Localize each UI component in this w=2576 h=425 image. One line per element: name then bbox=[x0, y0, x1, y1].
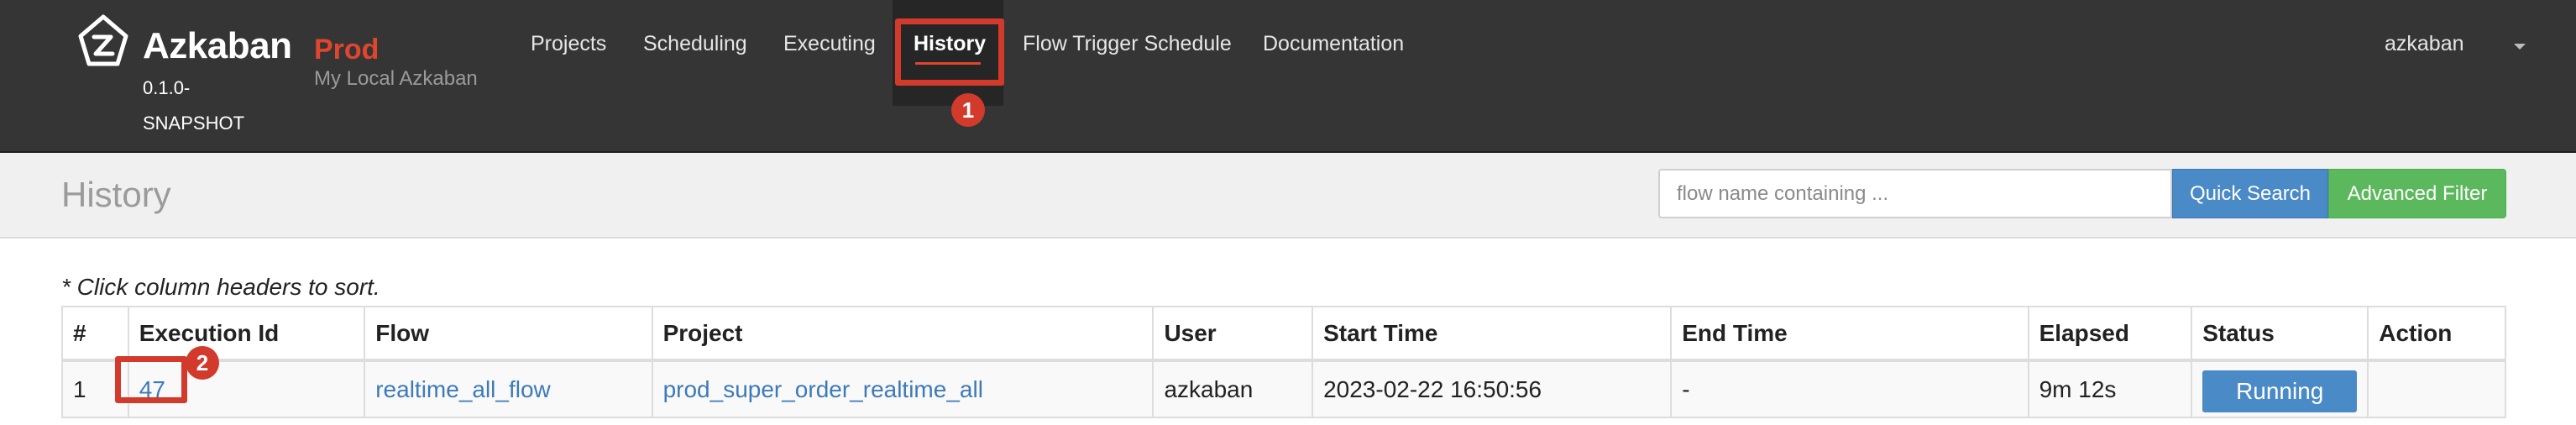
user-cell: azkaban bbox=[1152, 359, 1314, 418]
environment-label: Prod bbox=[314, 34, 380, 66]
status-cell: Running bbox=[2191, 359, 2369, 418]
start-time-cell: 2023-02-22 16:50:56 bbox=[1312, 359, 1673, 418]
annotation-badge-1: 1 bbox=[951, 93, 985, 127]
nav-item-flow-trigger-schedule[interactable]: Flow Trigger Schedule bbox=[1023, 32, 1232, 56]
execution-history-table: # Execution Id Flow Project User Start T… bbox=[61, 306, 2506, 418]
azkaban-logo-icon[interactable] bbox=[76, 13, 131, 69]
column-header-index[interactable]: # bbox=[61, 306, 129, 362]
column-header-status[interactable]: Status bbox=[2191, 306, 2369, 362]
end-time-cell: - bbox=[1670, 359, 2029, 418]
nav-item-scheduling[interactable]: Scheduling bbox=[643, 32, 747, 56]
page-header: History Quick Search Advanced Filter bbox=[0, 153, 2576, 239]
annotation-box-history bbox=[895, 18, 1004, 86]
nav-item-executing[interactable]: Executing bbox=[783, 32, 876, 56]
chevron-down-icon[interactable] bbox=[2514, 44, 2526, 50]
column-header-flow[interactable]: Flow bbox=[364, 306, 653, 362]
top-navbar: Azkaban 0.1.0-SNAPSHOT Prod My Local Azk… bbox=[0, 0, 2576, 153]
flow-cell: realtime_all_flow bbox=[364, 359, 653, 418]
annotation-box-execution-id bbox=[115, 356, 187, 403]
column-header-end-time[interactable]: End Time bbox=[1670, 306, 2029, 362]
flow-search-input[interactable] bbox=[1658, 169, 2172, 218]
table-row: 1 47 realtime_all_flow prod_super_order_… bbox=[61, 359, 2506, 418]
brand-name[interactable]: Azkaban bbox=[143, 25, 292, 67]
sort-hint: * Click column headers to sort. bbox=[61, 274, 380, 300]
user-menu[interactable]: azkaban bbox=[2385, 32, 2464, 56]
nav-item-documentation[interactable]: Documentation bbox=[1263, 32, 1404, 56]
quick-search-button[interactable]: Quick Search bbox=[2172, 169, 2328, 218]
project-link[interactable]: prod_super_order_realtime_all bbox=[663, 376, 983, 402]
column-header-action[interactable]: Action bbox=[2367, 306, 2506, 362]
project-cell: prod_super_order_realtime_all bbox=[651, 359, 1154, 418]
action-cell bbox=[2367, 359, 2506, 418]
annotation-badge-2: 2 bbox=[186, 346, 219, 380]
elapsed-cell: 9m 12s bbox=[2027, 359, 2193, 418]
column-header-elapsed[interactable]: Elapsed bbox=[2027, 306, 2193, 362]
column-header-project[interactable]: Project bbox=[651, 306, 1154, 362]
page-title: History bbox=[61, 175, 171, 214]
nav-item-projects[interactable]: Projects bbox=[531, 32, 606, 56]
environment-subtitle: My Local Azkaban bbox=[314, 67, 478, 90]
flow-link[interactable]: realtime_all_flow bbox=[375, 376, 551, 402]
column-header-user[interactable]: User bbox=[1152, 306, 1314, 362]
status-badge: Running bbox=[2202, 370, 2358, 412]
table-header-row: # Execution Id Flow Project User Start T… bbox=[61, 306, 2506, 362]
brand-version: 0.1.0-SNAPSHOT bbox=[143, 77, 245, 134]
column-header-start-time[interactable]: Start Time bbox=[1312, 306, 1673, 362]
column-header-execution-id[interactable]: Execution Id bbox=[127, 306, 366, 362]
advanced-filter-button[interactable]: Advanced Filter bbox=[2328, 169, 2506, 218]
